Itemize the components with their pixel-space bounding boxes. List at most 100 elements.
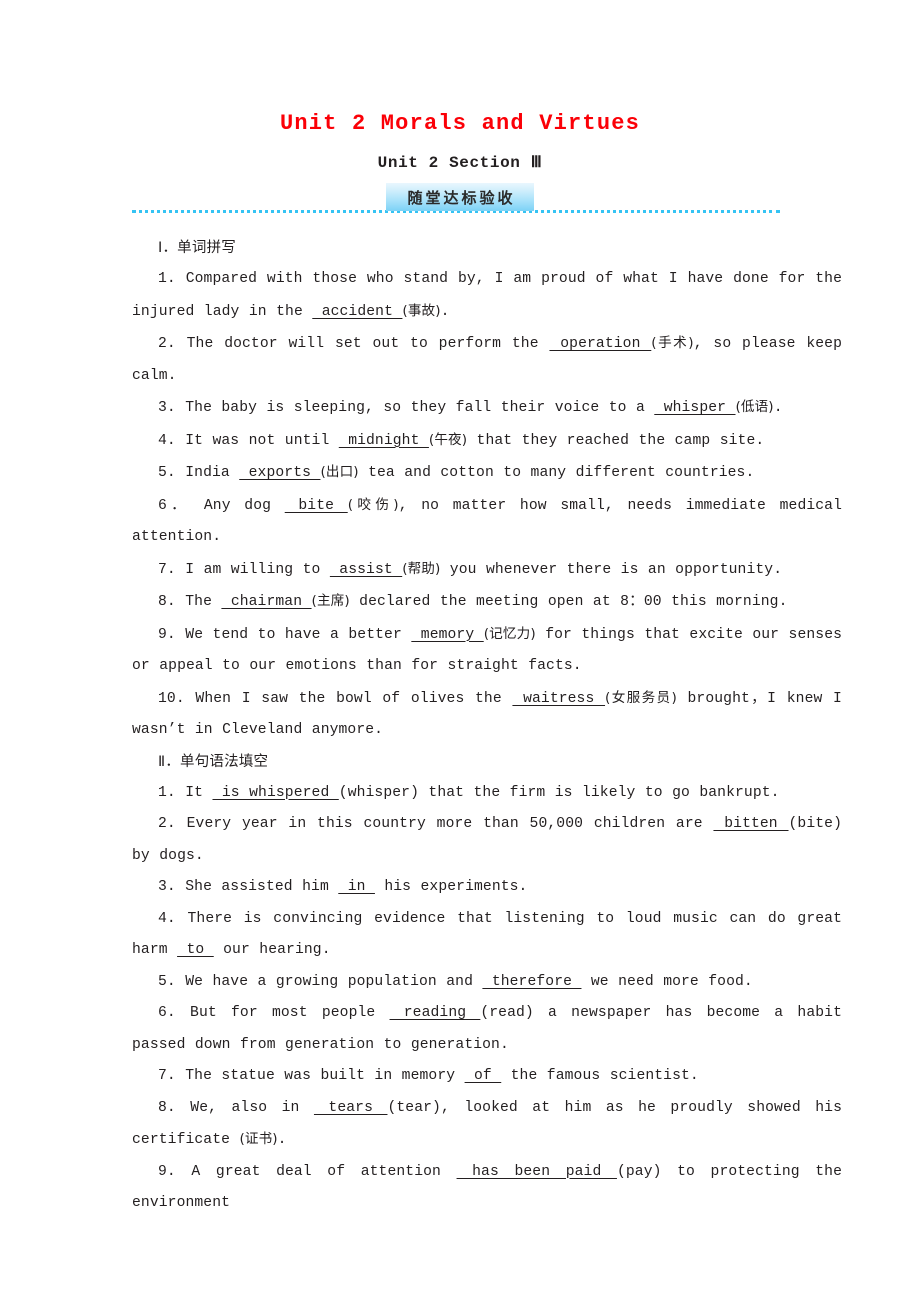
question-item: 6. But for most people reading (read) a … — [132, 998, 842, 1061]
question-number: 1. — [158, 271, 176, 287]
question-item: 9. We tend to have a better memory (记忆力)… — [132, 619, 842, 683]
answer-hint: (手术) — [651, 335, 694, 351]
question-number: 3. — [158, 879, 176, 895]
answer-blank[interactable]: bite — [285, 498, 348, 514]
question-item: 1. It is whispered (whisper) that the fi… — [132, 778, 842, 810]
question-item: 8. We, also in tears (tear), looked at h… — [132, 1093, 842, 1157]
question-item: 4. There is convincing evidence that lis… — [132, 904, 842, 967]
question-text-before: I am willing to — [175, 561, 330, 578]
question-item: 4. It was not until midnight (午夜) that t… — [132, 425, 842, 458]
question-text-before: Compared with those who stand by, I am p… — [132, 271, 842, 320]
answer-hint: (主席) — [311, 593, 350, 609]
question-text-before: The doctor will set out to perform the — [175, 336, 550, 352]
answer-hint: (低语) — [735, 399, 774, 415]
answer-hint: (事故) — [402, 302, 441, 319]
question-text-before: It — [175, 784, 213, 801]
question-number: 5. — [158, 973, 176, 990]
question-item: 5. India exports (出口) tea and cotton to … — [132, 457, 842, 490]
question-item: 2. Every year in this country more than … — [132, 809, 842, 872]
question-text-before: Any dog — [190, 497, 285, 514]
question-text-before: We tend to have a better — [175, 626, 412, 643]
answer-blank[interactable]: accident — [312, 304, 402, 320]
question-text-before: The statue was built in memory — [175, 1068, 465, 1084]
answer-hint: (记忆力) — [483, 625, 536, 642]
question-text-before: A great deal of attention — [175, 1163, 457, 1180]
question-number: 2. — [158, 816, 176, 832]
page-subtitle: Unit 2 Section Ⅲ — [377, 154, 543, 172]
answer-blank[interactable]: whisper — [654, 400, 735, 416]
question-text-after: we need more food. — [581, 973, 753, 990]
question-text-after: . — [440, 303, 450, 320]
question-item: 9. A great deal of attention has been pa… — [132, 1157, 842, 1220]
section-heading: Ⅰ．单词拼写 — [158, 240, 236, 256]
answer-blank[interactable]: of — [465, 1068, 502, 1084]
page-title: Unit 2 Morals and Virtues — [279, 111, 641, 136]
question-text-after: . — [773, 400, 783, 416]
question-text-after: declared the meeting open at 8：00 this m… — [349, 594, 788, 610]
question-number: 5. — [158, 465, 176, 481]
question-number: 1. — [158, 784, 176, 801]
question-text-fragment: . — [277, 1132, 287, 1148]
question-number: 8. — [158, 594, 176, 610]
banner-chip: 随堂达标验收 — [386, 183, 534, 211]
banner-label: 随堂达标验收 — [407, 188, 516, 207]
question-text-after: tea and cotton to many different countri… — [358, 465, 755, 481]
section-heading: Ⅱ．单句语法填空 — [158, 753, 269, 770]
question-text-before: The baby is sleeping, so they fall their… — [175, 400, 655, 416]
question-number: 6. — [158, 1005, 176, 1021]
question-number: 10. — [158, 690, 185, 707]
answer-hint: (read) — [480, 1005, 534, 1021]
answer-blank[interactable]: in — [338, 879, 375, 895]
answer-hint: (bite) — [788, 816, 842, 832]
question-number: 7. — [158, 561, 176, 578]
answer-blank[interactable]: operation — [549, 336, 651, 352]
question-text-before: We, also in — [175, 1099, 314, 1116]
answer-hint: (出口) — [320, 464, 359, 480]
question-number: 6． — [158, 497, 191, 514]
question-number: 9. — [158, 1163, 176, 1180]
answer-hint: (tear) — [387, 1099, 441, 1116]
question-text-before: It was not until — [175, 432, 339, 449]
answer-blank[interactable]: is whispered — [212, 785, 338, 801]
answer-blank[interactable]: bitten — [713, 816, 788, 832]
question-text-fragment: (证书) — [239, 1131, 278, 1147]
answer-blank[interactable]: to — [177, 942, 214, 958]
question-item: 5. We have a growing population and ther… — [132, 967, 842, 999]
question-item: 1. Compared with those who stand by, I a… — [132, 264, 842, 328]
question-item: 7. The statue was built in memory of the… — [132, 1061, 842, 1093]
question-text-after: the famous scientist. — [501, 1068, 699, 1084]
answer-hint: (帮助) — [402, 560, 441, 577]
question-item: 6． Any dog bite (咬伤), no matter how smal… — [132, 490, 842, 554]
question-number: 8. — [158, 1099, 176, 1116]
answer-blank[interactable]: midnight — [339, 433, 429, 449]
answer-blank[interactable]: memory — [411, 627, 483, 643]
question-text-after: you whenever there is an opportunity. — [440, 561, 783, 578]
answer-blank[interactable]: waitress — [512, 691, 605, 707]
question-text-after: that they reached the camp site. — [467, 432, 765, 449]
question-number: 9. — [158, 626, 176, 643]
question-text-before: She assisted him — [175, 879, 339, 895]
question-text-before: Every year in this country more than 50,… — [175, 816, 714, 832]
answer-blank[interactable]: assist — [330, 562, 402, 578]
question-item: 3. The baby is sleeping, so they fall th… — [132, 392, 842, 425]
answer-blank[interactable]: exports — [239, 465, 320, 481]
answer-blank[interactable]: has been paid — [457, 1164, 617, 1180]
question-item: 2. The doctor will set out to perform th… — [132, 328, 842, 392]
question-number: 4. — [158, 432, 176, 449]
question-text-before: India — [175, 465, 240, 481]
question-text-before: We have a growing population and — [175, 973, 483, 990]
answer-hint: (咬伤) — [347, 496, 399, 513]
answer-blank[interactable]: therefore — [482, 974, 581, 990]
worksheet-page: Unit 2 Morals and Virtues Unit 2 Section… — [0, 0, 920, 1302]
question-text-after: that the firm is likely to go bankrupt. — [419, 784, 780, 801]
question-text-before: But for most people — [175, 1005, 390, 1021]
question-item: 10. When I saw the bowl of olives the wa… — [132, 683, 842, 747]
question-number: 7. — [158, 1068, 176, 1084]
answer-blank[interactable]: tears — [314, 1100, 388, 1116]
question-text-after: his experiments. — [374, 879, 528, 895]
answer-hint: (pay) — [616, 1163, 662, 1180]
answer-blank[interactable]: chairman — [221, 594, 311, 610]
answer-blank[interactable]: reading — [390, 1005, 481, 1021]
question-text-before: The — [175, 594, 222, 610]
question-item: 3. She assisted him in his experiments. — [132, 872, 842, 904]
